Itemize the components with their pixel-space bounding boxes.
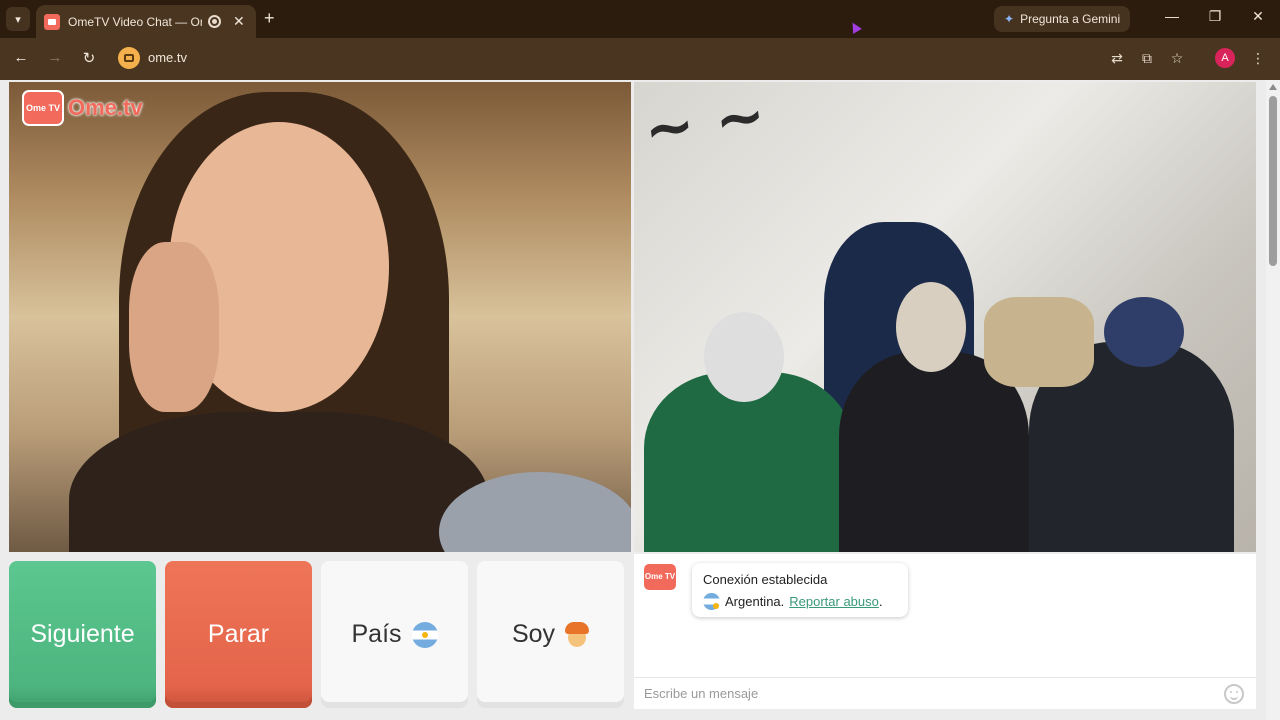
boy-emoji-icon bbox=[565, 621, 590, 648]
scroll-thumb[interactable] bbox=[1269, 96, 1277, 266]
report-suffix: . bbox=[878, 594, 883, 609]
page-content: Ome TV Ome.tv ~ ~ Siguiente Parar País S… bbox=[0, 80, 1280, 720]
install-icon[interactable]: ⧉ bbox=[1138, 50, 1156, 67]
scroll-up-icon[interactable] bbox=[1269, 84, 1277, 90]
chat-panel: Ome TV Conexión establecida Argentina. R… bbox=[634, 554, 1256, 709]
reload-icon[interactable]: ↻ bbox=[79, 49, 99, 67]
tab-title: OmeTV Video Chat — Ome bbox=[68, 14, 202, 29]
tv-logo-icon: Ome TV bbox=[22, 90, 64, 126]
gender-label: Soy bbox=[511, 620, 556, 648]
favicon-icon bbox=[44, 13, 60, 30]
page-scrollbar[interactable] bbox=[1266, 80, 1280, 720]
stop-label: Parar bbox=[207, 620, 270, 648]
profile-avatar[interactable]: A bbox=[1215, 48, 1235, 68]
tab-ometv[interactable]: OmeTV Video Chat — Ome ✕ bbox=[36, 5, 256, 38]
shirt-shape bbox=[69, 412, 489, 552]
address-bar: ← → ↻ ome.tv ⇄ ⧉ ☆ A ⋮ bbox=[0, 38, 1280, 80]
local-video: Ome TV Ome.tv bbox=[9, 82, 631, 552]
mouse-cursor-icon bbox=[848, 20, 862, 34]
restore-icon[interactable]: ❐ bbox=[1203, 8, 1227, 25]
url-field[interactable]: ome.tv bbox=[148, 50, 187, 65]
argentina-flag-icon bbox=[411, 621, 438, 648]
gemini-button[interactable]: ✦ Pregunta a Gemini bbox=[994, 6, 1131, 32]
gemini-label: Pregunta a Gemini bbox=[1020, 12, 1121, 26]
recording-icon bbox=[208, 15, 221, 28]
window-close-icon[interactable]: ✕ bbox=[1246, 8, 1270, 25]
smile-icon[interactable] bbox=[1224, 684, 1244, 704]
country-button[interactable]: País bbox=[321, 561, 468, 708]
translate-icon[interactable]: ⇄ bbox=[1108, 50, 1126, 67]
argentina-flag-icon bbox=[703, 593, 720, 610]
arrow-left-icon[interactable]: ← bbox=[11, 49, 31, 66]
site-info-icon[interactable] bbox=[118, 47, 140, 69]
ometv-logo: Ome TV Ome.tv bbox=[22, 90, 143, 126]
next-button[interactable]: Siguiente bbox=[9, 561, 156, 708]
kebab-menu-icon[interactable]: ⋮ bbox=[1249, 50, 1267, 67]
minimize-icon[interactable]: — bbox=[1160, 8, 1184, 24]
report-abuse-link[interactable]: Reportar abuso bbox=[789, 594, 879, 609]
tv-logo-icon: Ome TV bbox=[644, 564, 676, 590]
star-icon[interactable]: ☆ bbox=[1168, 50, 1186, 67]
country-label: País bbox=[351, 620, 402, 648]
logo-text: Ome.tv bbox=[68, 95, 143, 120]
connection-status: Conexión establecida bbox=[703, 572, 828, 587]
stop-button[interactable]: Parar bbox=[165, 561, 312, 708]
hand-shape bbox=[129, 242, 219, 412]
message-input[interactable]: Escribe un mensaje bbox=[634, 677, 1256, 709]
new-tab-button[interactable]: + bbox=[264, 8, 275, 28]
chevron-down-icon[interactable]: ▾ bbox=[6, 7, 30, 31]
graffiti-shape: ~ ~ bbox=[639, 82, 770, 167]
tab-bar: ▾ OmeTV Video Chat — Ome ✕ + ✦ Pregunta … bbox=[0, 0, 1280, 38]
next-label: Siguiente bbox=[30, 620, 135, 648]
close-tab-icon[interactable]: ✕ bbox=[233, 13, 245, 30]
arrow-right-icon[interactable]: → bbox=[45, 49, 65, 66]
head-left-shape bbox=[704, 312, 784, 402]
message-placeholder: Escribe un mensaje bbox=[644, 686, 759, 701]
gender-button[interactable]: Soy bbox=[477, 561, 624, 708]
control-buttons: Siguiente Parar País Soy bbox=[9, 561, 625, 711]
system-message: Conexión establecida Argentina. Reportar… bbox=[692, 563, 908, 617]
head-center-shape bbox=[896, 282, 966, 372]
country-name: Argentina. bbox=[725, 594, 785, 609]
gemini-star-icon: ✦ bbox=[1004, 12, 1015, 26]
remote-video: ~ ~ bbox=[634, 82, 1256, 552]
bag-shape bbox=[984, 297, 1094, 387]
cap-shape bbox=[1104, 297, 1184, 367]
